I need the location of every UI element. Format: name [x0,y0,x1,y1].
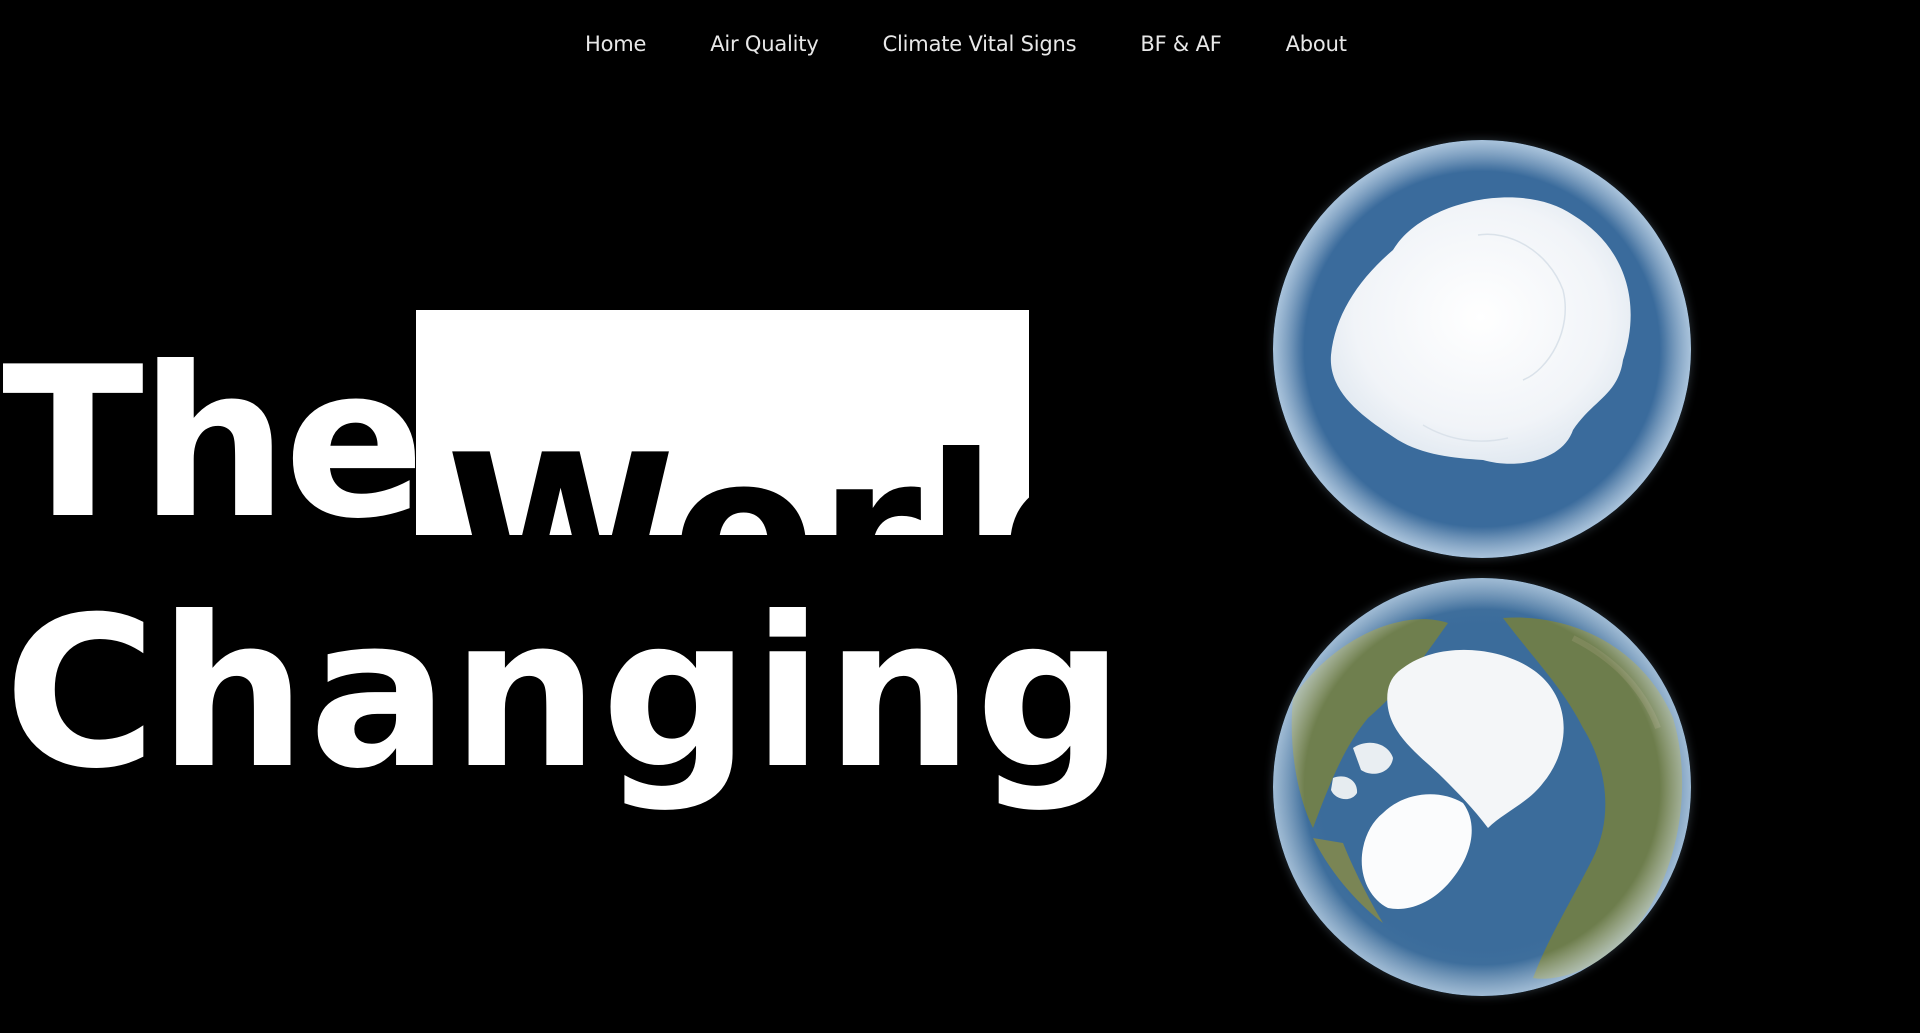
arctic-globe-icon [1273,578,1691,996]
hero-title-world: World [446,411,1029,535]
nav-bf-af-link[interactable]: BF & AF [1140,32,1221,56]
nav-home-link[interactable]: Home [585,32,646,56]
arctic-globe-svg [1273,578,1691,996]
nav-air-quality-link[interactable]: Air Quality [710,32,819,56]
page: Home Air Quality Climate Vital Signs BF … [0,0,1920,1033]
nav-about-link[interactable]: About [1286,32,1347,56]
hero-title-the: The [2,323,425,565]
nav-climate-vital-signs-link[interactable]: Climate Vital Signs [883,32,1077,56]
nav-links: Home Air Quality Climate Vital Signs BF … [585,32,1347,56]
globe-rim-glow [1273,140,1691,558]
hero-title-changing: Changing [4,573,1127,815]
antarctica-globe-svg [1273,140,1691,558]
globe-rim-glow [1273,578,1691,996]
hero-highlight-box: World [416,310,1029,535]
antarctica-globe-icon [1273,140,1691,558]
